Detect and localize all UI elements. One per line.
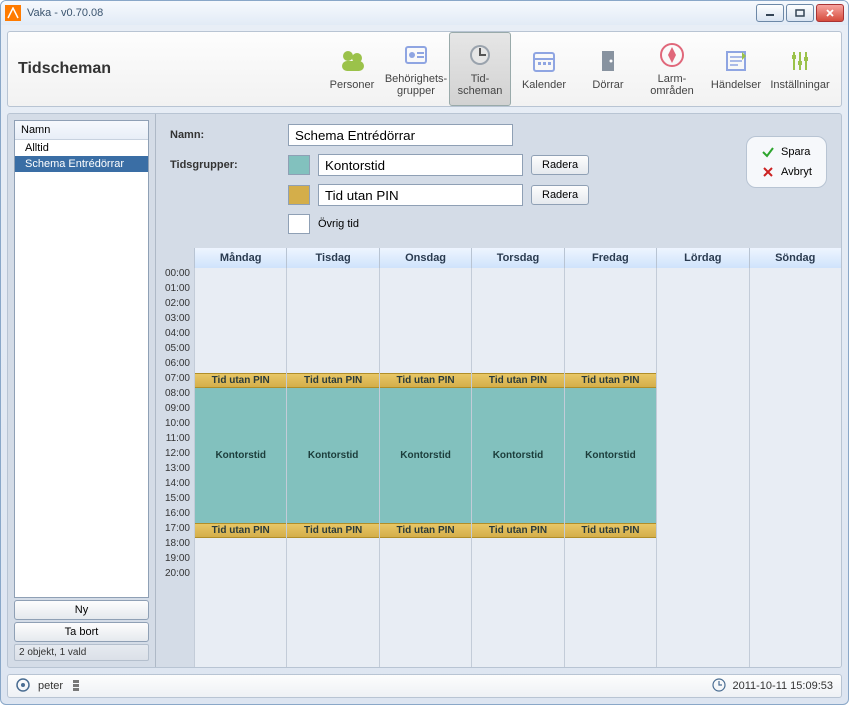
schedule-block-pin[interactable]: Tid utan PIN xyxy=(287,523,378,538)
day-header: Söndag xyxy=(749,248,841,268)
app-icon xyxy=(5,5,21,21)
color-swatch[interactable] xyxy=(288,155,310,175)
schedule-block-pin[interactable]: Tid utan PIN xyxy=(565,373,656,388)
group-name-input[interactable] xyxy=(318,184,523,206)
dorrar-icon xyxy=(594,47,622,78)
tool-tidscheman[interactable]: Tid-scheman xyxy=(449,32,511,106)
hours-column: 00:0001:0002:0003:0004:0005:0006:0007:00… xyxy=(156,248,194,667)
group-name-input[interactable] xyxy=(318,154,523,176)
personer-icon xyxy=(338,47,366,78)
cancel-icon xyxy=(761,165,775,179)
list-item[interactable]: Schema Entrédörrar xyxy=(15,156,148,172)
larm-icon xyxy=(658,41,686,72)
list-item[interactable]: Alltid xyxy=(15,140,148,156)
schedule-block-pin[interactable]: Tid utan PIN xyxy=(195,373,286,388)
groups-label: Tidsgrupper: xyxy=(170,159,280,171)
list-status: 2 objekt, 1 vald xyxy=(14,644,149,661)
installningar-icon xyxy=(786,47,814,78)
tool-installningar[interactable]: Inställningar xyxy=(769,32,831,106)
kalender-icon xyxy=(530,47,558,78)
day-header: Lördag xyxy=(656,248,748,268)
day-header: Torsdag xyxy=(471,248,563,268)
new-button[interactable]: Ny xyxy=(14,600,149,620)
schedule-block-pin[interactable]: Tid utan PIN xyxy=(472,523,563,538)
toolbar: Tidscheman PersonerBehörighets-grupperTi… xyxy=(7,31,842,107)
user-icon xyxy=(16,678,30,695)
behorighets-icon xyxy=(402,41,430,72)
name-input[interactable] xyxy=(288,124,513,146)
schedule-block-office[interactable]: Kontorstid xyxy=(472,388,563,523)
schedule-block-office[interactable]: Kontorstid xyxy=(380,388,471,523)
day-header: Onsdag xyxy=(379,248,471,268)
schedule-list[interactable]: Namn AlltidSchema Entrédörrar xyxy=(14,120,149,598)
day-header: Fredag xyxy=(564,248,656,268)
tidscheman-icon xyxy=(466,41,494,72)
color-swatch[interactable] xyxy=(288,185,310,205)
status-datetime: 2011-10-11 15:09:53 xyxy=(732,680,833,692)
delete-button[interactable]: Ta bort xyxy=(14,622,149,642)
page-title: Tidscheman xyxy=(18,60,111,78)
close-button[interactable] xyxy=(816,4,844,22)
day-column[interactable] xyxy=(656,268,748,667)
server-icon xyxy=(71,678,81,695)
day-column[interactable]: Tid utan PINKontorstidTid utan PIN xyxy=(379,268,471,667)
day-column[interactable]: Tid utan PINKontorstidTid utan PIN xyxy=(286,268,378,667)
name-label: Namn: xyxy=(170,129,280,141)
group-delete-button[interactable]: Radera xyxy=(531,185,589,205)
list-header: Namn xyxy=(15,121,148,140)
schedule-block-pin[interactable]: Tid utan PIN xyxy=(380,373,471,388)
tool-dorrar[interactable]: Dörrar xyxy=(577,32,639,106)
color-swatch[interactable] xyxy=(288,214,310,234)
day-column[interactable]: Tid utan PINKontorstidTid utan PIN xyxy=(194,268,286,667)
tool-larm[interactable]: Larm-områden xyxy=(641,32,703,106)
tool-kalender[interactable]: Kalender xyxy=(513,32,575,106)
schedule-block-office[interactable]: Kontorstid xyxy=(565,388,656,523)
day-header: Tisdag xyxy=(286,248,378,268)
schedule-block-pin[interactable]: Tid utan PIN xyxy=(380,523,471,538)
day-header: Måndag xyxy=(194,248,286,268)
maximize-button[interactable] xyxy=(786,4,814,22)
schedule-grid[interactable]: Tid utan PINKontorstidTid utan PINTid ut… xyxy=(194,268,841,667)
day-column[interactable] xyxy=(749,268,841,667)
schedule-block-pin[interactable]: Tid utan PIN xyxy=(472,373,563,388)
tool-personer[interactable]: Personer xyxy=(321,32,383,106)
schedule-block-office[interactable]: Kontorstid xyxy=(195,388,286,523)
minimize-button[interactable] xyxy=(756,4,784,22)
group-name-label: Övrig tid xyxy=(318,218,359,230)
day-column[interactable]: Tid utan PINKontorstidTid utan PIN xyxy=(471,268,563,667)
day-column[interactable]: Tid utan PINKontorstidTid utan PIN xyxy=(564,268,656,667)
check-icon xyxy=(761,145,775,159)
status-user: peter xyxy=(38,680,63,692)
schedule-block-office[interactable]: Kontorstid xyxy=(287,388,378,523)
schedule-block-pin[interactable]: Tid utan PIN xyxy=(287,373,378,388)
group-delete-button[interactable]: Radera xyxy=(531,155,589,175)
tool-behorighets[interactable]: Behörighets-grupper xyxy=(385,32,447,106)
save-button[interactable]: Spara xyxy=(761,145,812,159)
schedule-block-pin[interactable]: Tid utan PIN xyxy=(195,523,286,538)
handelser-icon xyxy=(722,47,750,78)
tool-handelser[interactable]: Händelser xyxy=(705,32,767,106)
window-title: Vaka - v0.70.08 xyxy=(27,7,103,19)
clock-icon xyxy=(712,678,726,695)
cancel-button[interactable]: Avbryt xyxy=(761,165,812,179)
schedule-block-pin[interactable]: Tid utan PIN xyxy=(565,523,656,538)
